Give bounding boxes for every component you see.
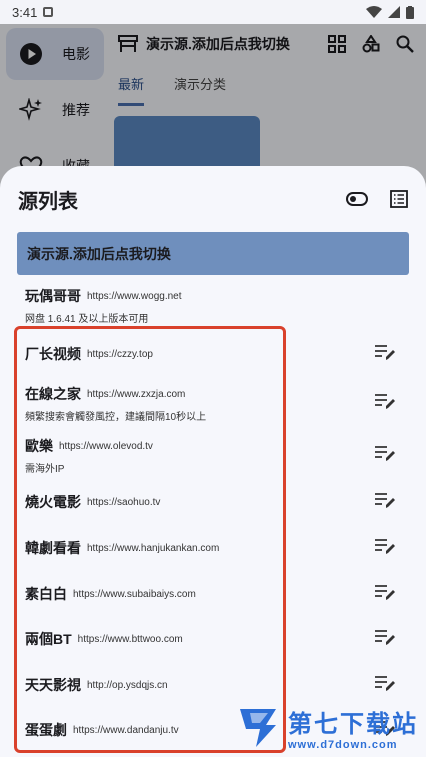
- site-note: 頻繁搜索會觸發風控，建議間隔10秒以上: [25, 412, 207, 423]
- site-name: 蛋蛋劇: [25, 722, 67, 738]
- edit-icon[interactable]: [374, 628, 396, 646]
- site-url: http://op.ysdqjs.cn: [87, 679, 168, 691]
- list-item[interactable]: 歐樂 https://www.olevod.tv 需海外IP: [0, 436, 426, 475]
- site-url: https://www.bttwoo.com: [77, 633, 183, 645]
- list-item[interactable]: 素白白 https://www.subaibaiys.com: [0, 583, 426, 602]
- list-item[interactable]: 天天影視 http://op.ysdqjs.cn: [0, 674, 426, 693]
- site-url: https://czzy.top: [87, 348, 153, 360]
- site-name: 玩偶哥哥: [25, 288, 81, 304]
- edit-icon[interactable]: [374, 343, 396, 361]
- site-name: 燒火電影: [25, 494, 81, 510]
- list-view-icon[interactable]: [390, 190, 408, 208]
- site-note: 需海外IP: [25, 464, 65, 475]
- edit-icon[interactable]: [374, 444, 396, 462]
- watermark-sub: www.d7down.com: [288, 738, 398, 751]
- edit-icon[interactable]: [374, 392, 396, 410]
- list-item[interactable]: 玩偶哥哥 https://www.wogg.net 网盘 1.6.41 及以上版本…: [0, 286, 426, 325]
- site-name: 兩個BT: [25, 631, 72, 647]
- toggle-icon[interactable]: [346, 192, 368, 206]
- sheet-title: 源列表: [18, 190, 78, 213]
- site-name: 韓劇看看: [25, 540, 81, 556]
- list-item[interactable]: 厂长视频 https://czzy.top: [0, 343, 426, 362]
- site-name: 歐樂: [25, 438, 53, 454]
- watermark: 第七下载站 www.d7down.com: [236, 703, 418, 751]
- wifi-icon: [366, 6, 382, 18]
- site-url: https://www.zxzja.com: [87, 388, 186, 400]
- site-url: https://www.hanjukankan.com: [87, 542, 220, 554]
- site-url: https://saohuo.tv: [87, 496, 161, 508]
- selected-source[interactable]: 演示源.添加后点我切换: [17, 232, 409, 275]
- list-item[interactable]: 韓劇看看 https://www.hanjukankan.com: [0, 537, 426, 556]
- site-url: https://www.subaibaiys.com: [73, 588, 196, 600]
- watermark-logo-icon: [240, 709, 276, 747]
- edit-icon[interactable]: [374, 583, 396, 601]
- site-name: 素白白: [25, 586, 67, 602]
- status-time: 3:41: [12, 4, 38, 20]
- list-item[interactable]: 在線之家 https://www.zxzja.com 頻繁搜索會觸發風控，建議間隔…: [0, 384, 426, 423]
- edit-icon[interactable]: [374, 491, 396, 509]
- site-url: https://www.olevod.tv: [59, 440, 153, 452]
- status-bar: 3:41: [0, 0, 426, 24]
- site-name: 天天影視: [25, 677, 81, 693]
- site-name: 厂长视频: [25, 346, 81, 362]
- battery-icon: [406, 5, 414, 19]
- signal-icon: [388, 6, 400, 18]
- watermark-main: 第七下载站: [288, 710, 418, 738]
- site-name: 在線之家: [25, 386, 81, 402]
- list-item[interactable]: 兩個BT https://www.bttwoo.com: [0, 628, 426, 647]
- site-note: 网盘 1.6.41 及以上版本可用: [25, 314, 149, 325]
- edit-icon[interactable]: [374, 537, 396, 555]
- site-url: https://www.wogg.net: [87, 290, 182, 302]
- source-list-sheet: 源列表 演示源.添加后点我切换 玩偶哥哥 https://www.wogg.net…: [0, 166, 426, 757]
- sheet-header: 源列表: [0, 166, 426, 232]
- notification-icon: [43, 7, 54, 17]
- site-url: https://www.dandanju.tv: [73, 724, 179, 736]
- list-item[interactable]: 燒火電影 https://saohuo.tv: [0, 491, 426, 510]
- edit-icon[interactable]: [374, 674, 396, 692]
